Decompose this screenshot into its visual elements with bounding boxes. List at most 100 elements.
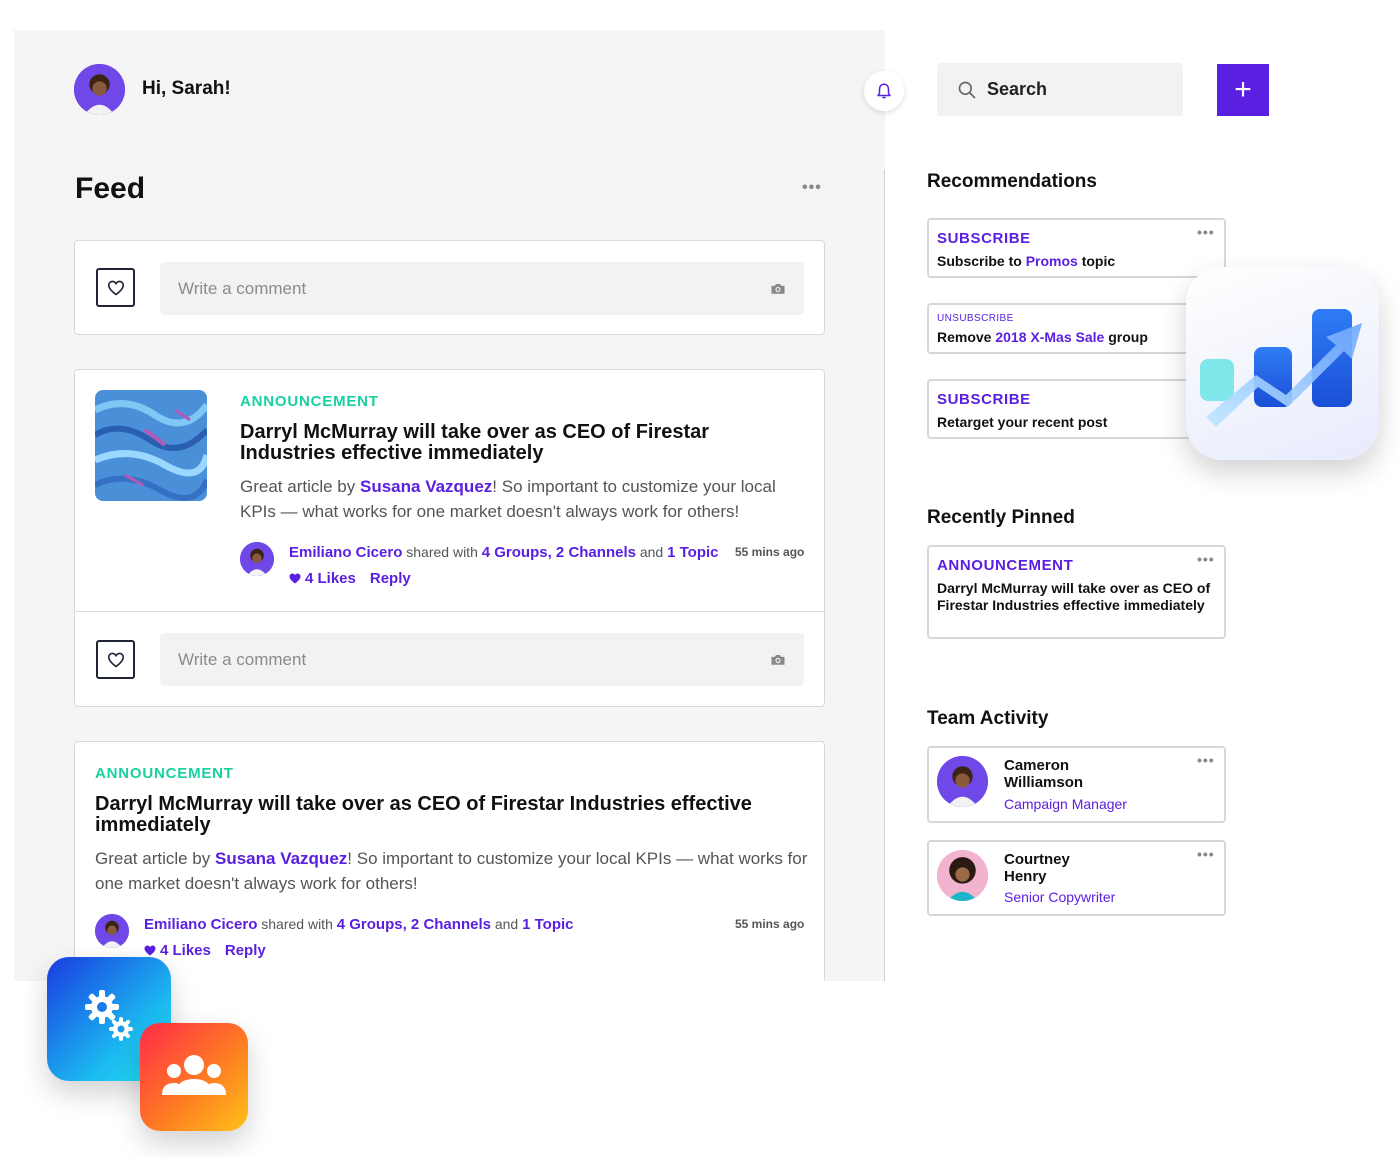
heart-icon (289, 573, 301, 584)
more-icon[interactable]: ••• (1197, 846, 1215, 862)
groups-link[interactable]: 4 Groups, 2 Channels (337, 916, 491, 933)
recommendation-text-suffix: group (1104, 329, 1148, 345)
post-body: Great article by Susana Vazquez! So impo… (95, 846, 810, 896)
post-time: 55 mins ago (735, 917, 805, 931)
pinned-card[interactable]: ANNOUNCEMENT ••• Darryl McMurray will ta… (927, 545, 1226, 639)
post-author-link[interactable]: Susana Vazquez (360, 477, 492, 496)
camera-icon[interactable] (770, 653, 786, 666)
heart-icon (107, 652, 124, 668)
likes-count: 4 Likes (160, 942, 211, 959)
reply-button[interactable]: Reply (225, 942, 266, 959)
team-member-card[interactable]: Courtney Henry Senior Copywriter ••• (927, 840, 1226, 916)
recommendation-text-prefix: Subscribe to (937, 253, 1026, 269)
heart-icon (144, 945, 156, 956)
member-name: Courtney Henry (1004, 851, 1070, 885)
post-tag: ANNOUNCEMENT (240, 393, 379, 410)
pinned-text: Darryl McMurray will take over as CEO of… (937, 580, 1211, 613)
member-avatar (937, 850, 988, 901)
recommendation-highlight[interactable]: 2018 X-Mas Sale (995, 329, 1104, 345)
recommendation-card[interactable]: UNSUBSCRIBE Remove 2018 X-Mas Sale group (927, 303, 1226, 354)
member-name-line1: Courtney (1004, 851, 1070, 868)
likes-button[interactable]: 4 Likes (144, 942, 211, 959)
topic-link[interactable]: 1 Topic (522, 916, 573, 933)
likes-count: 4 Likes (305, 570, 356, 587)
groups-link[interactable]: 4 Groups, 2 Channels (482, 544, 636, 561)
recommendation-card[interactable]: SUBSCRIBE Retarget your recent post (927, 379, 1226, 439)
post-author-link[interactable]: Susana Vazquez (215, 849, 347, 868)
recommendation-tag: SUBSCRIBE (937, 230, 1031, 247)
recommendation-text: Subscribe to Promos topic (937, 253, 1115, 269)
team-activity-title: Team Activity (927, 708, 1049, 729)
camera-icon[interactable] (770, 282, 786, 295)
likes-button[interactable]: 4 Likes (289, 570, 356, 587)
add-button[interactable]: + (1217, 64, 1269, 116)
like-button[interactable] (96, 640, 135, 679)
member-name-line1: Cameron (1004, 757, 1070, 774)
post-body-prefix: Great article by (95, 849, 215, 868)
trend-chart-icon (1200, 309, 1362, 427)
post-time: 55 mins ago (735, 545, 805, 559)
recently-pinned-title: Recently Pinned (927, 507, 1075, 528)
member-avatar-image (937, 756, 988, 807)
shared-with-text: shared with (402, 544, 482, 560)
member-role: Campaign Manager (1004, 796, 1127, 812)
search-box[interactable]: Search (937, 63, 1183, 116)
post-title[interactable]: Darryl McMurray will take over as CEO of… (240, 422, 810, 464)
bell-icon (877, 83, 891, 99)
topic-link[interactable]: 1 Topic (667, 544, 718, 561)
more-icon[interactable]: ••• (1197, 224, 1215, 240)
team-member-card[interactable]: Cameron Williamson Campaign Manager ••• (927, 746, 1226, 823)
search-placeholder: Search (987, 79, 1048, 99)
sharer-avatar[interactable] (95, 914, 129, 948)
more-icon[interactable]: ••• (1197, 551, 1215, 567)
share-meta: Emiliano Cicero shared with 4 Groups, 2 … (144, 916, 574, 933)
comment-input[interactable]: Write a comment (160, 262, 804, 315)
member-avatar (937, 756, 988, 807)
post-divider (75, 611, 824, 612)
user-avatar[interactable] (74, 64, 125, 115)
post-actions: 4 Likes Reply (144, 942, 266, 959)
app-root: Hi, Sarah! Search + Feed ••• Write a com… (0, 0, 1400, 1157)
feed-title: Feed (75, 172, 146, 205)
member-role: Senior Copywriter (1004, 889, 1116, 905)
notifications-button[interactable] (864, 71, 904, 111)
sharer-avatar[interactable] (240, 542, 274, 576)
heart-icon (107, 280, 124, 296)
recommendation-tag: UNSUBSCRIBE (937, 313, 1014, 324)
post-image[interactable] (95, 390, 207, 501)
post-image-art (95, 390, 207, 501)
sharer-link[interactable]: Emiliano Cicero (289, 544, 402, 561)
feed-more-icon[interactable]: ••• (802, 179, 822, 197)
recommendation-card[interactable]: SUBSCRIBE ••• Subscribe to Promos topic (927, 218, 1226, 278)
post-title[interactable]: Darryl McMurray will take over as CEO of… (95, 794, 775, 836)
recommendation-highlight[interactable]: Promos (1026, 253, 1078, 269)
recommendation-text-prefix: Remove (937, 329, 996, 345)
panel-divider (884, 170, 885, 981)
post-actions: 4 Likes Reply (289, 570, 411, 587)
pinned-tag: ANNOUNCEMENT (937, 557, 1074, 574)
post-body-prefix: Great article by (240, 477, 360, 496)
sharer-avatar-image (95, 914, 129, 948)
shared-with-text: shared with (257, 916, 337, 932)
post-tag: ANNOUNCEMENT (95, 765, 234, 782)
greeting-text: Hi, Sarah! (142, 78, 231, 99)
like-button[interactable] (96, 268, 135, 307)
reply-button[interactable]: Reply (370, 570, 411, 587)
plus-icon: + (1234, 73, 1252, 106)
recommendations-title: Recommendations (927, 171, 1097, 192)
recommendation-text: Remove 2018 X-Mas Sale group (937, 329, 1148, 345)
comment-placeholder: Write a comment (178, 649, 307, 669)
team-icon (162, 1055, 226, 1095)
recommendation-tag: SUBSCRIBE (937, 391, 1031, 408)
and-text: and (635, 544, 668, 560)
analytics-app-tile (1186, 267, 1379, 460)
team-app-tile (140, 1023, 248, 1131)
sharer-link[interactable]: Emiliano Cicero (144, 916, 257, 933)
more-icon[interactable]: ••• (1197, 752, 1215, 768)
member-name: Cameron Williamson (1004, 757, 1083, 791)
comment-input[interactable]: Write a comment (160, 633, 804, 686)
composer-card: Write a comment (74, 240, 825, 335)
share-meta: Emiliano Cicero shared with 4 Groups, 2 … (289, 544, 719, 561)
sharer-avatar-image (240, 542, 274, 576)
comment-placeholder: Write a comment (178, 278, 307, 298)
